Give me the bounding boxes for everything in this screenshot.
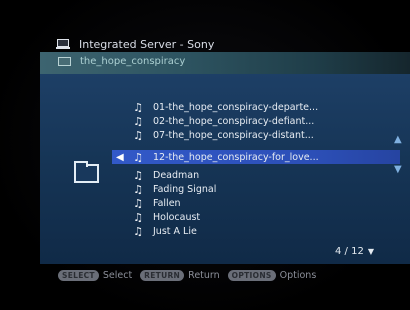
track-label: Just A Lie <box>153 225 197 237</box>
music-note-icon: ♫ <box>133 168 143 182</box>
left-arrow-icon: ◀ <box>116 151 124 163</box>
track-label: Fallen <box>153 197 181 209</box>
track-label: 12-the_hope_conspiracy-for_love... <box>153 151 319 163</box>
music-note-icon: ♫ <box>133 150 143 164</box>
track-label: 02-the_hope_conspiracy-defiant... <box>153 115 315 127</box>
track-label: Fading Signal <box>153 183 217 195</box>
page-count: 4 / 12 <box>335 246 364 257</box>
music-note-icon: ♫ <box>133 114 143 128</box>
track-label: 01-the_hope_conspiracy-departe... <box>153 101 319 113</box>
folder-icon <box>74 161 99 183</box>
track-label: Deadman <box>153 169 200 181</box>
folder-icon <box>58 57 71 66</box>
scroll-down-icon[interactable]: ▼ <box>394 164 402 175</box>
folder-label: the_hope_conspiracy <box>80 56 186 67</box>
options-label: Options <box>279 269 317 281</box>
music-note-icon: ♫ <box>133 196 143 210</box>
page-indicator: 4 / 12 ▼ <box>335 246 374 257</box>
music-note-icon: ♫ <box>133 182 143 196</box>
track-item[interactable]: ♫ 02-the_hope_conspiracy-defiant... <box>112 114 410 128</box>
server-header: Integrated Server - Sony <box>56 38 214 51</box>
select-key: SELECT <box>58 269 99 281</box>
button-guide: SELECT Select RETURN Return OPTIONS Opti… <box>58 268 324 282</box>
track-item[interactable]: ♫ Holocaust <box>112 210 410 224</box>
folder-header: the_hope_conspiracy <box>58 56 185 67</box>
music-note-icon: ♫ <box>133 128 143 142</box>
media-browser-screen: Integrated Server - Sony the_hope_conspi… <box>0 0 410 310</box>
track-item[interactable]: ♫ Just A Lie <box>112 224 410 238</box>
track-label: Holocaust <box>153 211 201 223</box>
music-note-icon: ♫ <box>133 100 143 114</box>
return-label: Return <box>188 269 220 281</box>
server-label: Integrated Server - Sony <box>79 38 215 51</box>
track-item[interactable]: ♫ Fading Signal <box>112 182 410 196</box>
music-note-icon: ♫ <box>133 210 143 224</box>
music-note-icon: ♫ <box>133 224 143 238</box>
track-item[interactable]: ♫ 01-the_hope_conspiracy-departe... <box>112 100 410 114</box>
computer-icon <box>56 39 70 50</box>
scroll-up-icon[interactable]: ▲ <box>394 134 402 145</box>
down-triangle-icon: ▼ <box>367 247 374 256</box>
options-key: OPTIONS <box>227 269 276 281</box>
track-item-selected[interactable]: ◀ ♫ 12-the_hope_conspiracy-for_love... <box>112 150 400 164</box>
track-label: 07-the_hope_conspiracy-distant... <box>153 129 314 141</box>
track-item[interactable]: ♫ Deadman <box>112 168 410 182</box>
return-key: RETURN <box>140 269 185 281</box>
select-label: Select <box>102 269 133 281</box>
track-item[interactable]: ♫ Fallen <box>112 196 410 210</box>
track-item[interactable]: ♫ 07-the_hope_conspiracy-distant... <box>112 128 410 142</box>
